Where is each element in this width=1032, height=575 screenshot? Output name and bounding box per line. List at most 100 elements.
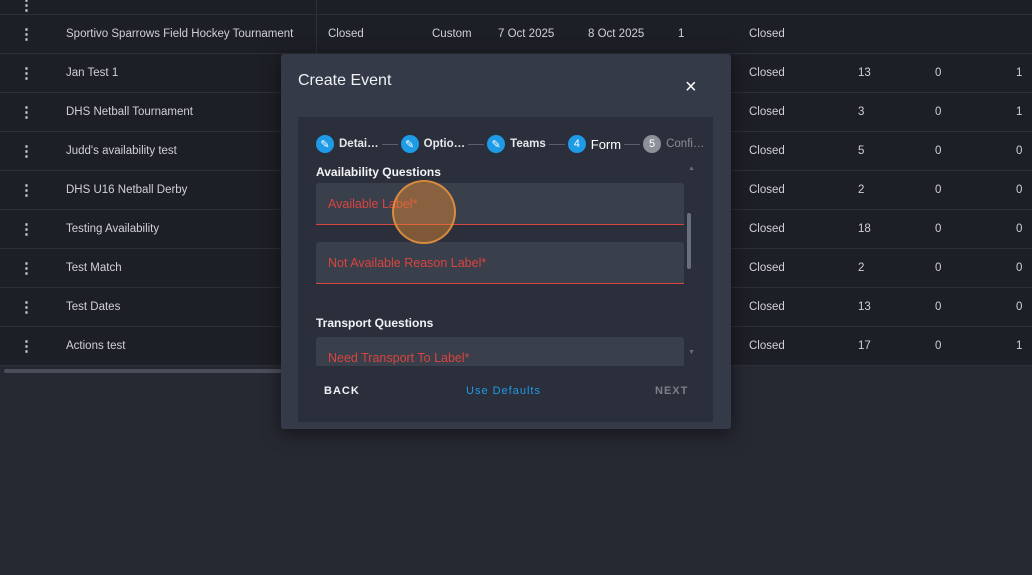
cell-state: Closed <box>749 301 785 313</box>
not-available-label-placeholder: Not Available Reason Label* <box>328 256 487 270</box>
cell-state: Closed <box>749 28 785 40</box>
step-label: Confi… <box>666 138 705 150</box>
availability-questions-heading: Availability Questions <box>316 167 441 179</box>
step-3[interactable]: ✎ Teams <box>487 135 546 153</box>
pencil-icon: ✎ <box>487 135 506 153</box>
step-4[interactable]: 4 Form <box>567 135 622 153</box>
cell-name: Testing Availability <box>66 223 160 235</box>
step-1[interactable]: ✎ Detai… <box>316 135 379 153</box>
vertical-scrollbar-thumb[interactable] <box>687 213 691 269</box>
cell-start: 7 Oct 2025 <box>498 28 555 40</box>
step-connector <box>548 143 565 145</box>
column-divider <box>316 0 317 15</box>
step-label: Detai… <box>339 138 379 150</box>
available-label-placeholder: Available Label* <box>328 197 418 211</box>
cell-state: Closed <box>749 262 785 274</box>
step-2[interactable]: ✎ Optio… <box>400 135 466 153</box>
table-row[interactable]: ⋮ <box>0 0 1032 15</box>
step-connector <box>624 143 641 145</box>
cell-b: 0 <box>935 223 942 235</box>
step-label: Optio… <box>423 138 466 150</box>
cell-a: 5 <box>858 145 865 157</box>
use-defaults-button[interactable]: Use Defaults <box>466 385 541 397</box>
row-menu-icon[interactable]: ⋮ <box>19 64 34 82</box>
row-menu-icon[interactable]: ⋮ <box>19 220 34 238</box>
cell-b: 0 <box>935 184 942 196</box>
cell-c: 1 <box>1016 106 1023 118</box>
step-connector <box>468 143 485 145</box>
step-label: Teams <box>510 138 546 150</box>
cell-name: Test Dates <box>66 301 121 313</box>
cell-state: Closed <box>749 184 785 196</box>
next-button[interactable]: NEXT <box>655 385 688 397</box>
cell-a: 13 <box>858 301 871 313</box>
cell-name: Jan Test 1 <box>66 67 119 79</box>
need-transport-label-field[interactable]: Need Transport To Label* <box>316 337 684 366</box>
pencil-icon: ✎ <box>400 135 419 153</box>
cell-state: Closed <box>749 67 785 79</box>
step-connector <box>381 143 398 145</box>
cell-c: 1 <box>1016 67 1023 79</box>
row-menu-icon[interactable]: ⋮ <box>19 259 34 277</box>
cell-name: Test Match <box>66 262 122 274</box>
create-event-dialog: Create Event × ✎ Detai… ✎ Optio… ✎ Teams 4 Form… <box>281 54 731 429</box>
cell-end: 8 Oct 2025 <box>588 28 645 40</box>
pencil-icon: ✎ <box>316 135 334 153</box>
row-menu-icon[interactable]: ⋮ <box>19 181 34 199</box>
cell-name: Actions test <box>66 340 126 352</box>
step-number: 5 <box>643 135 662 153</box>
cell-b: 0 <box>935 340 942 352</box>
cell-state: Closed <box>749 145 785 157</box>
cell-a: 17 <box>858 340 871 352</box>
cell-name: DHS U16 Netball Derby <box>66 184 188 196</box>
cell-c: 0 <box>1016 223 1023 235</box>
horizontal-scrollbar[interactable] <box>4 369 284 373</box>
scroll-down-icon[interactable]: ▼ <box>688 349 695 356</box>
cell-a: 3 <box>858 106 865 118</box>
available-label-field[interactable]: Available Label* <box>316 183 684 225</box>
row-menu-icon[interactable]: ⋮ <box>19 25 34 43</box>
dialog-title: Create Event <box>298 72 392 89</box>
cell-b: 0 <box>935 106 942 118</box>
not-available-reason-label-field[interactable]: Not Available Reason Label* <box>316 242 684 284</box>
row-menu-icon[interactable]: ⋮ <box>19 337 34 355</box>
cell-name: Judd's availability test <box>66 145 177 157</box>
step-5[interactable]: 5 Confi… <box>643 135 704 153</box>
table-row[interactable]: ⋮ Sportivo Sparrows Field Hockey Tourname… <box>0 15 1032 54</box>
back-button[interactable]: BACK <box>324 385 360 397</box>
cell-name: DHS Netball Tournament <box>66 106 193 118</box>
row-menu-icon[interactable]: ⋮ <box>19 298 34 316</box>
cell-a: 2 <box>858 184 865 196</box>
cell-state: Closed <box>749 106 785 118</box>
cell-c: 0 <box>1016 184 1023 196</box>
step-number: 4 <box>567 135 586 153</box>
cell-state: Closed <box>749 223 785 235</box>
step-label: Form <box>590 136 622 152</box>
cell-a: 2 <box>858 262 865 274</box>
cell-c: 0 <box>1016 262 1023 274</box>
cell-type: Custom <box>432 28 472 40</box>
cell-b: 0 <box>935 301 942 313</box>
cell-count: 1 <box>678 28 685 40</box>
need-transport-placeholder: Need Transport To Label* <box>328 351 470 365</box>
cell-c: 0 <box>1016 301 1023 313</box>
stepper-panel: ✎ Detai… ✎ Optio… ✎ Teams 4 Form 5 Confi… Availab… <box>298 117 713 422</box>
form-scroll-area[interactable]: Availability Questions Available Label* … <box>316 167 706 366</box>
cell-name: Sportivo Sparrows Field Hockey Tournamen… <box>66 28 294 40</box>
cell-status: Closed <box>328 28 364 40</box>
scroll-up-icon[interactable]: ▲ <box>688 167 695 172</box>
cell-a: 13 <box>858 67 871 79</box>
row-menu-icon[interactable]: ⋮ <box>19 0 34 14</box>
row-menu-icon[interactable]: ⋮ <box>19 103 34 121</box>
cell-c: 0 <box>1016 145 1023 157</box>
cell-a: 18 <box>858 223 871 235</box>
cell-c: 1 <box>1016 340 1023 352</box>
cell-b: 0 <box>935 145 942 157</box>
cell-b: 0 <box>935 67 942 79</box>
close-icon[interactable]: × <box>685 76 697 99</box>
cell-state: Closed <box>749 340 785 352</box>
row-menu-icon[interactable]: ⋮ <box>19 142 34 160</box>
stepper: ✎ Detai… ✎ Optio… ✎ Teams 4 Form 5 Confi… <box>316 135 704 153</box>
cell-b: 0 <box>935 262 942 274</box>
transport-questions-heading: Transport Questions <box>316 316 434 330</box>
